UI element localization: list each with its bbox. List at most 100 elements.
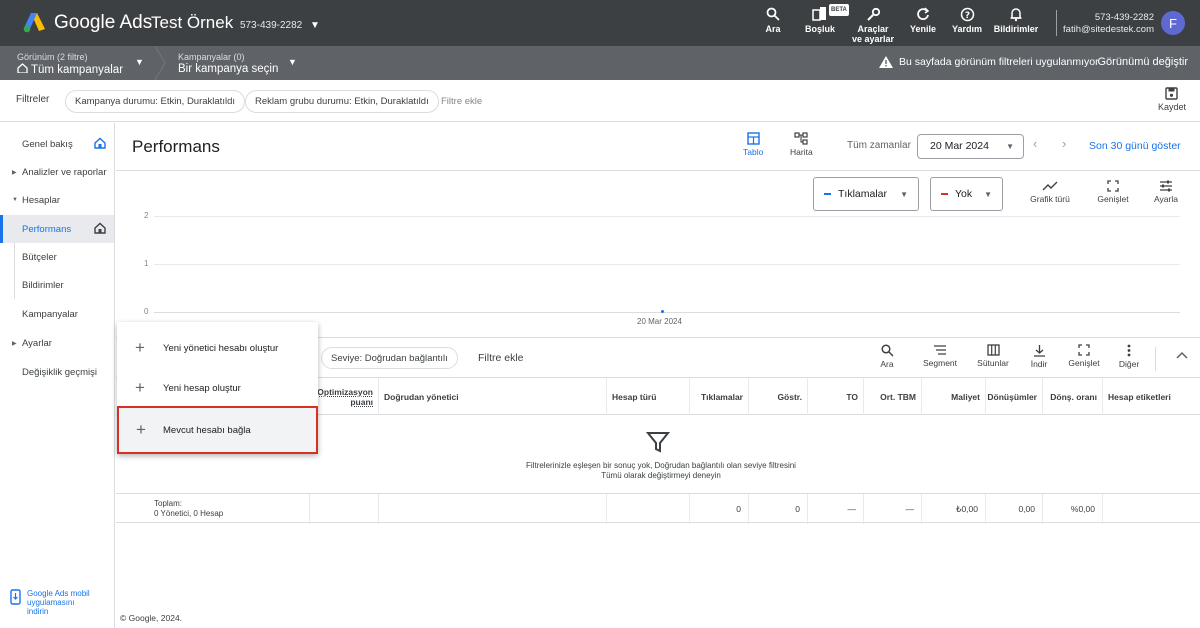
tools-label-1: Araçlar bbox=[857, 24, 889, 34]
phone-icon bbox=[10, 589, 21, 605]
performance-header: Performans Tablo Harita Tüm zamanlar 20 … bbox=[116, 123, 1200, 171]
column-ctr[interactable]: TO bbox=[807, 378, 863, 415]
notifications-button[interactable]: Bildirimler bbox=[993, 4, 1039, 34]
account-selector[interactable]: Test Örnek 573-439-2282 ▼ bbox=[151, 13, 320, 33]
chart-type-button[interactable]: Grafik türü bbox=[1027, 180, 1073, 204]
tools-settings-button[interactable]: Araçlar ve ayarlar bbox=[850, 4, 896, 44]
expand-triangle-icon: ▶ bbox=[12, 340, 17, 347]
gridline bbox=[154, 264, 1180, 265]
table-search-label: Ara bbox=[880, 359, 894, 369]
sidebar-item-settings[interactable]: ▶ Ayarlar bbox=[0, 329, 114, 357]
sidebar-item-accounts[interactable]: ▼ Hesaplar bbox=[0, 186, 114, 214]
mobile-app-link[interactable]: Google Ads mobil uygulamasını indirin bbox=[10, 589, 90, 616]
sidebar-item-budgets[interactable]: Bütçeler bbox=[0, 243, 114, 271]
columns-button[interactable]: Sütunlar bbox=[973, 344, 1013, 368]
metric-2-color-swatch bbox=[941, 193, 948, 195]
sidebar-item-change-history[interactable]: Değişiklik geçmişi bbox=[0, 358, 114, 386]
table-search-button[interactable]: Ara bbox=[876, 344, 898, 369]
change-view-button[interactable]: Görünümü değiştir bbox=[1098, 56, 1189, 68]
more-vert-icon bbox=[1127, 344, 1131, 357]
line-chart-icon bbox=[1042, 181, 1058, 191]
sidebar-item-overview[interactable]: Genel bakış bbox=[0, 130, 114, 158]
avatar[interactable]: F bbox=[1161, 11, 1185, 35]
adgroup-status-filter-chip[interactable]: Reklam grubu durumu: Etkin, Duraklatıldı bbox=[245, 90, 439, 113]
help-button[interactable]: ? Yardım bbox=[950, 4, 984, 34]
column-conversion-rate[interactable]: Dönş. oranı bbox=[1042, 378, 1102, 415]
total-subtitle: 0 Yönetici, 0 Hesap bbox=[154, 509, 224, 518]
sidebar-item-label: Genel bakış bbox=[22, 138, 73, 150]
menu-item-label: Yeni yönetici hesabı oluştur bbox=[163, 342, 279, 354]
column-impressions[interactable]: Göstr. bbox=[748, 378, 807, 415]
metric-2-label: Yok bbox=[955, 188, 973, 200]
menu-item-create-account[interactable]: + Yeni hesap oluştur bbox=[117, 368, 318, 408]
campaign-status-filter-chip[interactable]: Kampanya durumu: Etkin, Duraklatıldı bbox=[65, 90, 245, 113]
chart-expand-label: Genişlet bbox=[1097, 194, 1129, 204]
x-axis-line bbox=[154, 312, 1180, 313]
tab-map[interactable]: Harita bbox=[790, 132, 813, 157]
home-icon bbox=[94, 222, 106, 234]
warning-text: Bu sayfada görünüm filtreleri uygulanmıy… bbox=[899, 56, 1099, 68]
search-icon bbox=[880, 344, 894, 357]
beta-badge: BETA bbox=[829, 4, 849, 16]
data-point[interactable] bbox=[661, 310, 664, 313]
campaign-caret-icon[interactable]: ▼ bbox=[288, 57, 297, 67]
metric-selector-1[interactable]: Tıklamalar ▼ bbox=[813, 177, 919, 211]
refresh-button[interactable]: Yenile bbox=[908, 4, 938, 34]
space-button[interactable]: BETA Boşluk bbox=[803, 4, 849, 34]
view-caret-icon[interactable]: ▼ bbox=[135, 57, 144, 67]
next-period-icon[interactable]: › bbox=[1062, 136, 1066, 151]
chevron-up-icon[interactable] bbox=[1176, 351, 1188, 359]
metric-1-color-swatch bbox=[824, 193, 831, 195]
column-optimization-score[interactable]: Optimizasyon puanı bbox=[316, 378, 378, 415]
sidebar-item-performance[interactable]: Performans bbox=[0, 215, 114, 243]
column-account-labels[interactable]: Hesap etiketleri bbox=[1102, 378, 1200, 415]
table-total-row: Toplam: 0 Yönetici, 0 Hesap 0 0 — — ₺0,0… bbox=[116, 493, 1200, 524]
show-last-30-days-button[interactable]: Son 30 günü göster bbox=[1089, 140, 1181, 152]
sidebar-item-insights-reports[interactable]: ▶ Analizler ve raporlar bbox=[0, 158, 114, 186]
chart-expand-button[interactable]: Genişlet bbox=[1094, 180, 1132, 204]
menu-item-create-manager-account[interactable]: + Yeni yönetici hesabı oluştur bbox=[117, 328, 318, 368]
add-filter-button[interactable]: Filtre ekle bbox=[441, 96, 482, 107]
download-button[interactable]: İndir bbox=[1028, 344, 1050, 369]
column-conversions[interactable]: Dönüşümler bbox=[985, 378, 1042, 415]
total-cost: ₺0,00 bbox=[921, 494, 985, 524]
search-button[interactable]: Ara bbox=[760, 4, 786, 34]
sidebar-item-notifications[interactable]: Bildirimler bbox=[0, 271, 114, 299]
menu-item-label: Yeni hesap oluştur bbox=[163, 382, 241, 394]
collapse-triangle-icon: ▼ bbox=[12, 197, 18, 203]
save-icon bbox=[1165, 87, 1179, 100]
table-expand-button[interactable]: Genişlet bbox=[1066, 344, 1102, 368]
column-avg-cpc[interactable]: Ort. TBM bbox=[863, 378, 921, 415]
save-button[interactable]: Kaydet bbox=[1158, 87, 1186, 112]
previous-period-icon[interactable]: ‹ bbox=[1033, 136, 1037, 151]
tab-table[interactable]: Tablo bbox=[743, 132, 763, 157]
chart-adjust-button[interactable]: Ayarla bbox=[1149, 180, 1183, 204]
segment-button[interactable]: Segment bbox=[921, 344, 959, 368]
total-cell bbox=[378, 494, 606, 524]
column-account-type[interactable]: Hesap türü bbox=[606, 378, 689, 415]
column-label: puanı bbox=[350, 396, 373, 407]
view-filter-count: Görünüm (2 filtre) bbox=[17, 52, 88, 62]
help-icon: ? bbox=[950, 4, 984, 24]
refresh-icon bbox=[908, 4, 938, 24]
view-name-text: Tüm kampanyalar bbox=[31, 64, 124, 76]
column-clicks[interactable]: Tıklamalar bbox=[689, 378, 748, 415]
sidebar-item-campaigns[interactable]: Kampanyalar bbox=[0, 300, 114, 328]
column-direct-manager[interactable]: Doğrudan yönetici bbox=[378, 378, 606, 415]
more-button[interactable]: Diğer bbox=[1116, 344, 1142, 369]
table-add-filter-button[interactable]: Filtre ekle bbox=[478, 352, 524, 364]
fullscreen-icon bbox=[1078, 344, 1090, 356]
menu-item-link-existing-account[interactable]: + Mevcut hesabı bağla bbox=[117, 406, 318, 454]
notifications-label: Bildirimler bbox=[993, 24, 1039, 34]
metric-selector-2[interactable]: Yok ▼ bbox=[930, 177, 1003, 211]
plus-icon: + bbox=[136, 420, 146, 439]
campaign-selector[interactable]: Kampanyalar (0) Bir kampanya seçin bbox=[178, 51, 278, 75]
sidebar-item-label: Hesaplar bbox=[22, 194, 61, 206]
level-filter-chip[interactable]: Seviye: Doğrudan bağlantılı bbox=[321, 347, 458, 369]
user-account-info[interactable]: 573-439-2282 fatih@sitedestek.com bbox=[1063, 12, 1154, 36]
download-icon bbox=[1033, 345, 1045, 357]
date-range-picker[interactable]: 20 Mar 2024 ▼ bbox=[917, 134, 1024, 159]
brand-name[interactable]: Google Ads bbox=[54, 12, 152, 34]
column-cost[interactable]: Maliyet bbox=[921, 378, 985, 415]
view-selector[interactable]: Görünüm (2 filtre) Tüm kampanyalar bbox=[17, 51, 123, 76]
